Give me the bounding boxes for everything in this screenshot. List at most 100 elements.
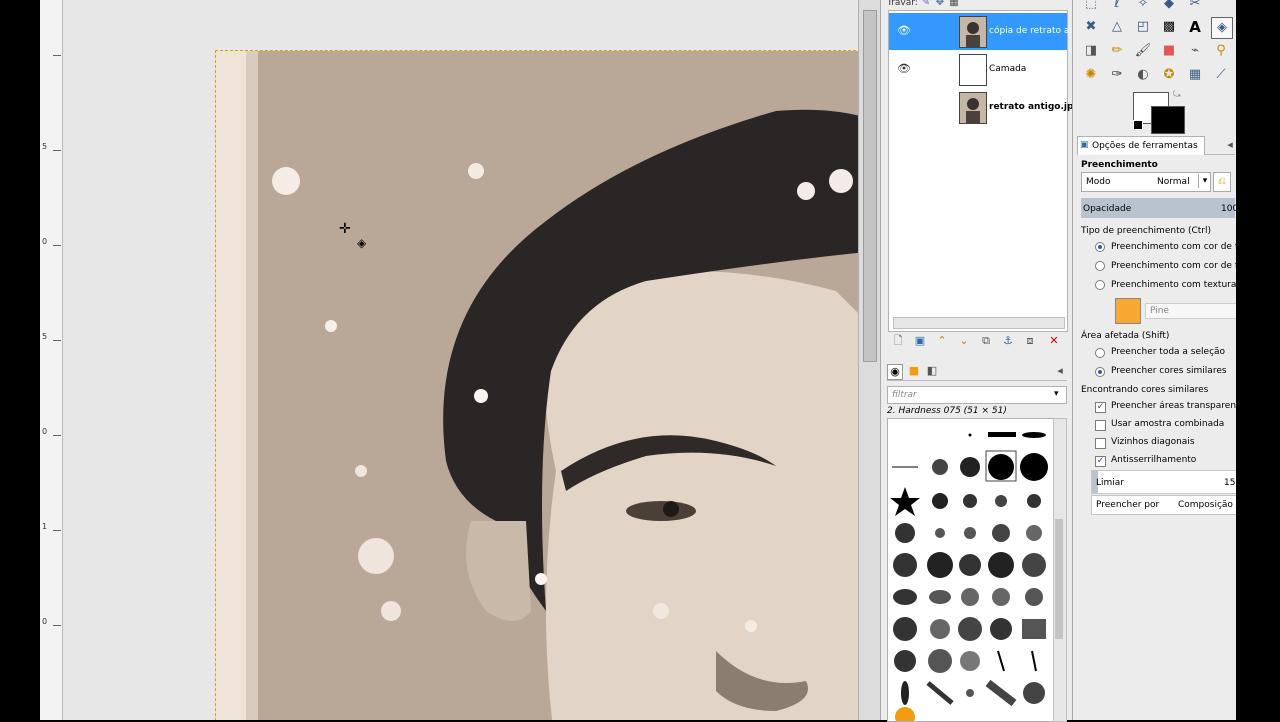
diagonal-neighbors-label: Vizinhos diagonais bbox=[1111, 437, 1195, 447]
ink-tool-icon[interactable]: ⚲ bbox=[1211, 41, 1231, 61]
configure-tab-icon[interactable]: ◂ bbox=[1053, 364, 1067, 378]
mode-select[interactable]: Modo Normal ▾ bbox=[1081, 172, 1211, 192]
blur-tool-icon[interactable]: ▦ bbox=[1185, 65, 1205, 85]
eye-icon[interactable]: 👁 bbox=[897, 25, 911, 37]
duplicate-layer-icon[interactable]: ⧉ bbox=[979, 334, 993, 348]
brush-thumbnails bbox=[890, 432, 1048, 721]
scissors-tool-icon[interactable]: ✂ bbox=[1185, 0, 1205, 14]
anchor-layer-icon[interactable]: ⚓ bbox=[1001, 334, 1015, 348]
airbrush-tool-icon[interactable]: ⌁ bbox=[1185, 41, 1205, 61]
lower-layer-icon[interactable]: ⌄ bbox=[957, 334, 971, 348]
lock-pixels-icon[interactable]: ✎ bbox=[919, 0, 933, 10]
reset-mode-icon[interactable]: ⎌ bbox=[1213, 172, 1231, 192]
fill-by-select[interactable]: Preencher por Composição bbox=[1091, 495, 1237, 515]
brush-filter-input[interactable]: filtrar ▾ bbox=[887, 386, 1067, 404]
crosshair-cursor-icon: ✛ bbox=[339, 221, 351, 237]
bucket-fill-tool-icon[interactable]: ◈ bbox=[1211, 17, 1233, 39]
layers-horizontal-scrollbar[interactable] bbox=[893, 317, 1065, 329]
color-select-tool-icon[interactable]: ◆ bbox=[1159, 0, 1179, 14]
fill-selection-radio[interactable] bbox=[1095, 348, 1105, 358]
layer-row[interactable]: 👁 Camada bbox=[889, 51, 1067, 88]
raise-layer-icon[interactable]: ⌃ bbox=[935, 334, 949, 348]
swap-colors-icon[interactable]: ⤿ bbox=[1173, 90, 1183, 100]
brush-grid-scrollbar[interactable] bbox=[1053, 418, 1067, 722]
lock-alpha-icon[interactable]: ▦ bbox=[947, 0, 961, 10]
portrait-photo[interactable] bbox=[215, 50, 858, 720]
vertical-ruler: 5 0 5 0 1 0 bbox=[40, 0, 63, 720]
free-select-tool-icon[interactable]: ℓ bbox=[1107, 0, 1127, 14]
move-tool-icon[interactable]: ✖ bbox=[1081, 17, 1101, 37]
patterns-tab-icon[interactable]: ■ bbox=[907, 364, 921, 378]
canvas-vertical-scrollbar[interactable] bbox=[858, 0, 881, 720]
align-tool-icon[interactable]: △ bbox=[1107, 17, 1127, 37]
paintbrush-tool-icon[interactable]: 🖌 bbox=[1133, 41, 1153, 61]
default-colors-icon[interactable] bbox=[1133, 120, 1143, 130]
scrollbar-thumb[interactable] bbox=[1055, 519, 1063, 639]
selected-brush-name: 2. Hardness 075 (51 × 51) bbox=[887, 406, 1007, 416]
threshold-slider[interactable]: Limiar 15 bbox=[1091, 470, 1237, 494]
finding-similar-label: Encontrando cores similares bbox=[1081, 385, 1209, 395]
diagonal-neighbors-checkbox[interactable] bbox=[1095, 438, 1106, 449]
pattern-name-field[interactable]: Pine bbox=[1145, 303, 1237, 319]
opacity-slider[interactable]: Opacidade 100 bbox=[1081, 198, 1238, 218]
heal-tool-icon[interactable]: ✑ bbox=[1107, 65, 1127, 85]
lock-position-icon[interactable]: ✥ bbox=[933, 0, 947, 10]
chevron-down-icon[interactable]: ▾ bbox=[1054, 389, 1059, 399]
threshold-label: Limiar bbox=[1096, 478, 1124, 488]
chevron-down-icon[interactable]: ▾ bbox=[1198, 174, 1211, 188]
fill-by-value: Composição bbox=[1178, 500, 1233, 510]
new-layer-group-icon[interactable]: ▣ bbox=[913, 334, 927, 348]
mode-value: Normal bbox=[1157, 177, 1190, 187]
merge-layer-icon[interactable]: ⧈ bbox=[1023, 334, 1037, 348]
blend-tool-icon[interactable]: ◨ bbox=[1081, 41, 1101, 61]
tab-tool-options[interactable]: ▣ Opções de ferramentas bbox=[1077, 136, 1205, 155]
fill-type-label: Tipo de preenchimento (Ctrl) bbox=[1081, 226, 1211, 236]
scrollbar-thumb[interactable] bbox=[863, 10, 877, 362]
delete-layer-icon[interactable]: ✕ bbox=[1047, 334, 1061, 348]
layer-row[interactable]: retrato antigo.jpg bbox=[889, 89, 1080, 126]
fill-pattern-radio[interactable] bbox=[1095, 280, 1105, 290]
screen-border-left bbox=[0, 0, 40, 720]
perspective-tool-icon[interactable]: ▩ bbox=[1159, 17, 1179, 37]
layer-name: Camada bbox=[989, 64, 1027, 74]
brush-grid[interactable] bbox=[887, 418, 1055, 722]
configure-tab-icon[interactable]: ◂ bbox=[1223, 138, 1237, 152]
antialias-checkbox[interactable]: ✓ bbox=[1095, 456, 1106, 467]
fill-similar-radio[interactable] bbox=[1095, 367, 1105, 377]
text-tool-icon[interactable]: A bbox=[1185, 17, 1205, 37]
sample-merged-checkbox[interactable] bbox=[1095, 420, 1106, 431]
rect-select-tool-icon[interactable]: ⬚ bbox=[1081, 0, 1101, 14]
new-layer-icon[interactable]: 🗋 bbox=[891, 334, 905, 348]
ruler-label: 0 bbox=[42, 427, 48, 436]
tool-options-tab-icon: ▣ bbox=[1080, 140, 1089, 150]
pattern-swatch[interactable] bbox=[1115, 298, 1141, 324]
image-canvas-area[interactable]: 5 0 5 0 1 0 ✛ ◈ bbox=[40, 0, 858, 720]
layer-thumbnail bbox=[959, 16, 987, 48]
brushes-tab-icon[interactable]: ◉ bbox=[887, 364, 903, 380]
fill-transparent-checkbox[interactable]: ✓ bbox=[1095, 402, 1106, 413]
eraser-tool-icon[interactable]: ■ bbox=[1159, 41, 1179, 61]
screen-border-right bbox=[1236, 0, 1280, 720]
sample-merged-label: Usar amostra combinada bbox=[1111, 419, 1225, 429]
gradients-tab-icon[interactable]: ◧ bbox=[925, 364, 939, 378]
smudge-tool-icon[interactable]: ◐ bbox=[1133, 65, 1153, 85]
fuzzy-select-tool-icon[interactable]: ✧ bbox=[1133, 0, 1153, 14]
eye-icon[interactable]: 👁 bbox=[897, 63, 911, 75]
ruler-label: 0 bbox=[42, 617, 48, 626]
fill-similar-label: Preencher cores similares bbox=[1111, 366, 1227, 376]
clone-tool-icon[interactable]: ✺ bbox=[1081, 65, 1101, 85]
background-color-swatch[interactable] bbox=[1151, 106, 1185, 134]
fill-bg-radio[interactable] bbox=[1095, 261, 1105, 271]
tab-tool-options-label: Opções de ferramentas bbox=[1092, 141, 1198, 151]
layers-list[interactable]: 👁 cópia de retrato an 👁 Camada retrato a… bbox=[888, 10, 1080, 332]
layer-row[interactable]: 👁 cópia de retrato an bbox=[889, 13, 1075, 50]
lock-label: Travar: bbox=[887, 0, 918, 8]
crop-tool-icon[interactable]: ◰ bbox=[1133, 17, 1153, 37]
fill-pattern-label: Preenchimento com textura bbox=[1111, 280, 1237, 290]
pencil-tool-icon[interactable]: ✏ bbox=[1107, 41, 1127, 61]
fill-transparent-label: Preencher áreas transparentes bbox=[1111, 401, 1250, 411]
dodge-burn-tool-icon[interactable]: ✪ bbox=[1159, 65, 1179, 85]
ruler-label: 5 bbox=[42, 142, 48, 151]
measure-tool-icon[interactable]: ⟋ bbox=[1211, 65, 1231, 85]
fill-fg-radio[interactable] bbox=[1095, 242, 1105, 252]
